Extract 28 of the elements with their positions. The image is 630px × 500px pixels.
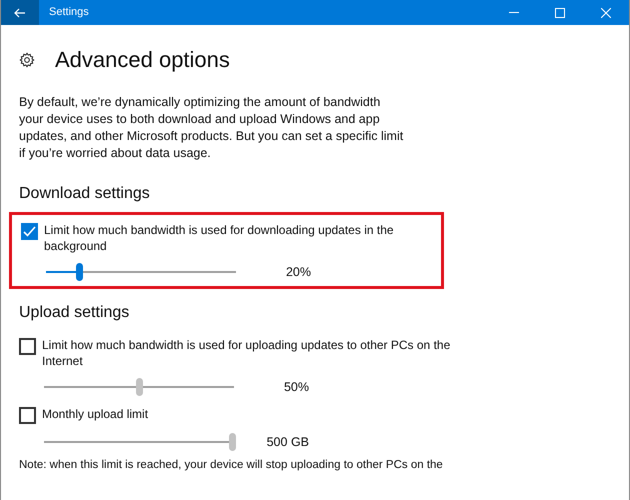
checkbox[interactable]	[19, 407, 36, 424]
section-heading: Download settings	[19, 184, 151, 204]
close-icon	[601, 8, 611, 18]
check-icon	[23, 226, 36, 237]
slider-value: 500 GB	[266, 434, 310, 451]
window-title: Settings	[49, 5, 89, 20]
section-heading: Upload settings	[19, 303, 130, 323]
slider-thumb[interactable]	[76, 263, 83, 281]
page-title: Advanced options	[55, 46, 230, 74]
option-label: Limit how much bandwidth is used for uploading updates to other PCs on the Internet	[42, 337, 452, 369]
option-label: Limit how much bandwidth is used for downloading updates in the background	[44, 222, 395, 254]
settings-icon	[19, 52, 35, 68]
slider[interactable]	[42, 378, 236, 396]
checkbox[interactable]	[19, 338, 36, 355]
slider-value: 50%	[282, 378, 310, 396]
description: By default, we’re dynamically optimizing the amount of bandwidth your device uses to both download and upload Windows and app updates, and other Microsoft products. But you can set a specific limit if you’re worried about data usage.	[19, 94, 404, 162]
back-arrow-icon	[14, 8, 26, 18]
minimize-icon	[509, 12, 519, 13]
option-label: Monthly upload limit	[42, 406, 150, 422]
slider[interactable]	[44, 263, 238, 281]
maximize-icon	[555, 8, 565, 18]
slider-thumb[interactable]	[229, 433, 236, 451]
slider[interactable]	[42, 433, 236, 451]
note-text: Note: when this limit is reached, your device will stop uploading to other PCs on the	[19, 458, 444, 473]
checkbox[interactable]	[21, 223, 38, 240]
slider-value: 20%	[284, 264, 312, 281]
back-button[interactable]	[1, 0, 39, 25]
slider-thumb[interactable]	[136, 378, 142, 396]
